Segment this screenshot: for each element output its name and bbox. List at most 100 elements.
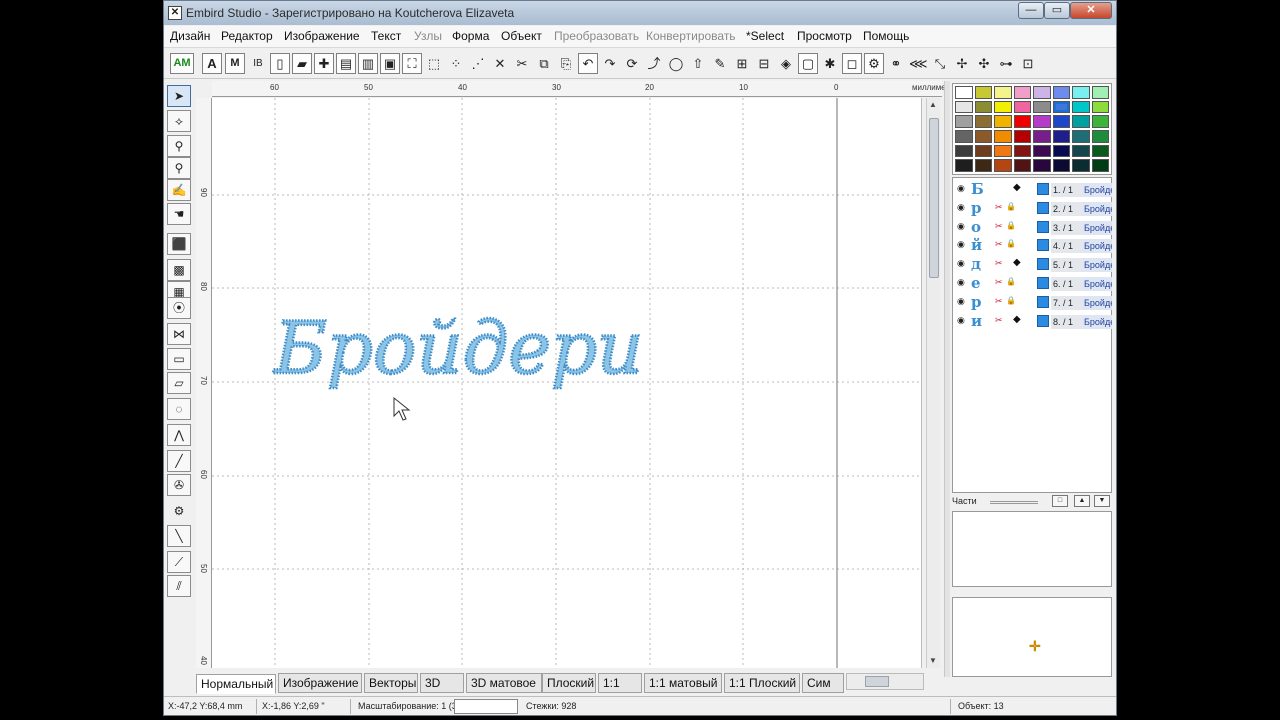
stitch-type-icon[interactable]: ✂ bbox=[995, 239, 1003, 250]
curve-icon[interactable]: ⤴ bbox=[644, 53, 664, 74]
palette-swatch[interactable] bbox=[1072, 129, 1090, 143]
palette-swatch[interactable] bbox=[1033, 100, 1051, 114]
palette-swatch[interactable] bbox=[1033, 129, 1051, 143]
stitch-type-icon[interactable]: ✂ bbox=[995, 296, 1003, 307]
outline-icon[interactable]: ◻ bbox=[842, 53, 862, 74]
object-color-swatch[interactable] bbox=[1037, 258, 1049, 271]
magnify-icon[interactable]: ⚲ bbox=[167, 135, 191, 157]
menu-convert[interactable]: Конвертировать bbox=[646, 29, 736, 43]
globe-icon[interactable]: ✇ bbox=[167, 474, 191, 496]
palette-swatch[interactable] bbox=[1072, 100, 1090, 114]
tab-flat[interactable]: Плоский bbox=[542, 673, 596, 693]
tab-3d[interactable]: 3D bbox=[420, 673, 464, 693]
block-icon[interactable]: ⬛ bbox=[167, 233, 191, 255]
shape-edit-icon[interactable]: ⟡ bbox=[167, 110, 191, 132]
vertical-scrollbar[interactable]: ▲ ▼ bbox=[926, 98, 940, 668]
visibility-eye-icon[interactable]: ◉ bbox=[957, 315, 965, 326]
palette-swatch[interactable] bbox=[1033, 159, 1051, 172]
palette-swatch[interactable] bbox=[994, 100, 1012, 114]
menu-design[interactable]: Дизайн bbox=[170, 29, 210, 43]
lock-icon[interactable]: 🔒 bbox=[1006, 221, 1016, 230]
circle-fill-icon[interactable]: ⦿ bbox=[167, 297, 191, 319]
menu-view[interactable]: Просмотр bbox=[797, 29, 852, 43]
palette-swatch[interactable] bbox=[974, 115, 992, 128]
object-color-swatch[interactable] bbox=[1037, 277, 1049, 289]
satin-icon[interactable]: ⋘ bbox=[908, 53, 928, 74]
object-color-swatch[interactable] bbox=[1037, 201, 1049, 214]
palette-swatch[interactable] bbox=[1091, 159, 1109, 172]
fill-stitch-icon[interactable]: ▩ bbox=[167, 259, 191, 281]
select-dotted-icon[interactable]: ⬚ bbox=[424, 53, 444, 74]
pointer-icon[interactable]: ➤ bbox=[167, 85, 191, 107]
monogram-icon[interactable]: M bbox=[225, 53, 245, 74]
paste-icon[interactable]: ⎘ bbox=[556, 53, 576, 74]
close-icon[interactable]: ✕ bbox=[1070, 2, 1112, 19]
column-icon[interactable]: ▭ bbox=[167, 348, 191, 370]
parts-up-icon[interactable]: ▲ bbox=[1074, 495, 1090, 507]
gear-icon[interactable]: ⚙ bbox=[864, 53, 884, 74]
frame-icon[interactable]: ▢ bbox=[798, 53, 818, 74]
menu-help[interactable]: Помощь bbox=[863, 29, 909, 43]
horizontal-scroll-thumb[interactable] bbox=[865, 676, 889, 687]
menu-image[interactable]: Изображение bbox=[284, 29, 360, 43]
visibility-eye-icon[interactable]: ◉ bbox=[957, 258, 965, 269]
object-color-swatch[interactable] bbox=[1037, 220, 1049, 233]
zoom-field[interactable] bbox=[454, 699, 518, 714]
object-color-swatch[interactable] bbox=[1037, 183, 1049, 195]
lock-icon[interactable]: 🔒 bbox=[1006, 277, 1016, 286]
object-row[interactable]: ◉ д ✂ ◆ 5. / 1Бройдери bbox=[953, 255, 1113, 274]
palette-swatch[interactable] bbox=[974, 129, 992, 143]
zoom-out-icon[interactable]: ⚲ bbox=[167, 157, 191, 179]
palette-swatch[interactable] bbox=[955, 115, 973, 128]
menu-editor[interactable]: Редактор bbox=[221, 29, 273, 43]
tab-1to1[interactable]: 1:1 bbox=[598, 673, 642, 693]
stitch-type-icon[interactable]: ✂ bbox=[995, 258, 1003, 269]
palette-swatch[interactable] bbox=[1091, 144, 1109, 158]
hand-icon[interactable]: ☚ bbox=[167, 203, 191, 225]
visibility-eye-icon[interactable]: ◉ bbox=[957, 277, 965, 288]
copy-icon[interactable]: ⧉ bbox=[534, 53, 554, 74]
ellipse-icon[interactable]: ◯ bbox=[666, 53, 686, 74]
object-row[interactable]: ◉ и ✂ ◆ 8. / 1Бройдери bbox=[953, 312, 1113, 331]
palette-swatch[interactable] bbox=[1013, 100, 1031, 114]
new-file-icon[interactable]: ▯ bbox=[270, 53, 290, 74]
lock-icon[interactable]: 🔒 bbox=[1006, 202, 1016, 211]
palette-swatch[interactable] bbox=[1072, 115, 1090, 128]
palette-swatch[interactable] bbox=[1013, 129, 1031, 143]
font-library-icon[interactable]: AM bbox=[170, 53, 194, 74]
star-icon[interactable]: ✱ bbox=[820, 53, 840, 74]
menu-nodes[interactable]: Узлы bbox=[414, 29, 442, 43]
menu-select[interactable]: *Select bbox=[746, 29, 784, 43]
node-grid-icon[interactable]: ⊞ bbox=[732, 53, 752, 74]
open-file-icon[interactable]: ▰ bbox=[292, 53, 312, 74]
shrink-icon[interactable]: ✣ bbox=[974, 53, 994, 74]
palette-swatch[interactable] bbox=[994, 129, 1012, 143]
vertical-scroll-thumb[interactable] bbox=[929, 118, 939, 278]
parts-checkbox[interactable]: □ bbox=[1052, 495, 1068, 507]
line-icon[interactable]: ╱ bbox=[167, 450, 191, 472]
rotate-icon[interactable]: ⟳ bbox=[622, 53, 642, 74]
tab-vectors[interactable]: Векторы bbox=[364, 673, 418, 693]
embroidery-design-text[interactable]: Бройдери bbox=[271, 305, 645, 392]
palette-swatch[interactable] bbox=[955, 100, 973, 114]
palette-swatch[interactable] bbox=[1052, 86, 1070, 99]
stitch-type-icon[interactable]: ✂ bbox=[995, 277, 1003, 288]
object-row[interactable]: ◉ р ✂🔒 7. / 1Бройдери bbox=[953, 293, 1113, 312]
visibility-eye-icon[interactable]: ◉ bbox=[957, 183, 965, 194]
fill-icon[interactable]: ◈ bbox=[776, 53, 796, 74]
stitch-type-icon[interactable]: ✂ bbox=[995, 315, 1003, 326]
palette-swatch[interactable] bbox=[1013, 144, 1031, 158]
palette-swatch[interactable] bbox=[1052, 159, 1070, 172]
palette-swatch[interactable] bbox=[1091, 86, 1109, 99]
palette-swatch[interactable] bbox=[1033, 86, 1051, 99]
needle-icon[interactable]: ⟋ bbox=[167, 551, 191, 573]
palette-swatch[interactable] bbox=[1072, 86, 1090, 99]
palette-swatch[interactable] bbox=[974, 159, 992, 172]
menu-shape[interactable]: Форма bbox=[452, 29, 489, 43]
undo-icon[interactable]: ↶ bbox=[578, 53, 598, 74]
visibility-eye-icon[interactable]: ◉ bbox=[957, 239, 965, 250]
resize-icon[interactable]: ✢ bbox=[952, 53, 972, 74]
palette-swatch[interactable] bbox=[994, 115, 1012, 128]
parts-down-icon[interactable]: ▼ bbox=[1094, 495, 1110, 507]
palette-swatch[interactable] bbox=[974, 100, 992, 114]
